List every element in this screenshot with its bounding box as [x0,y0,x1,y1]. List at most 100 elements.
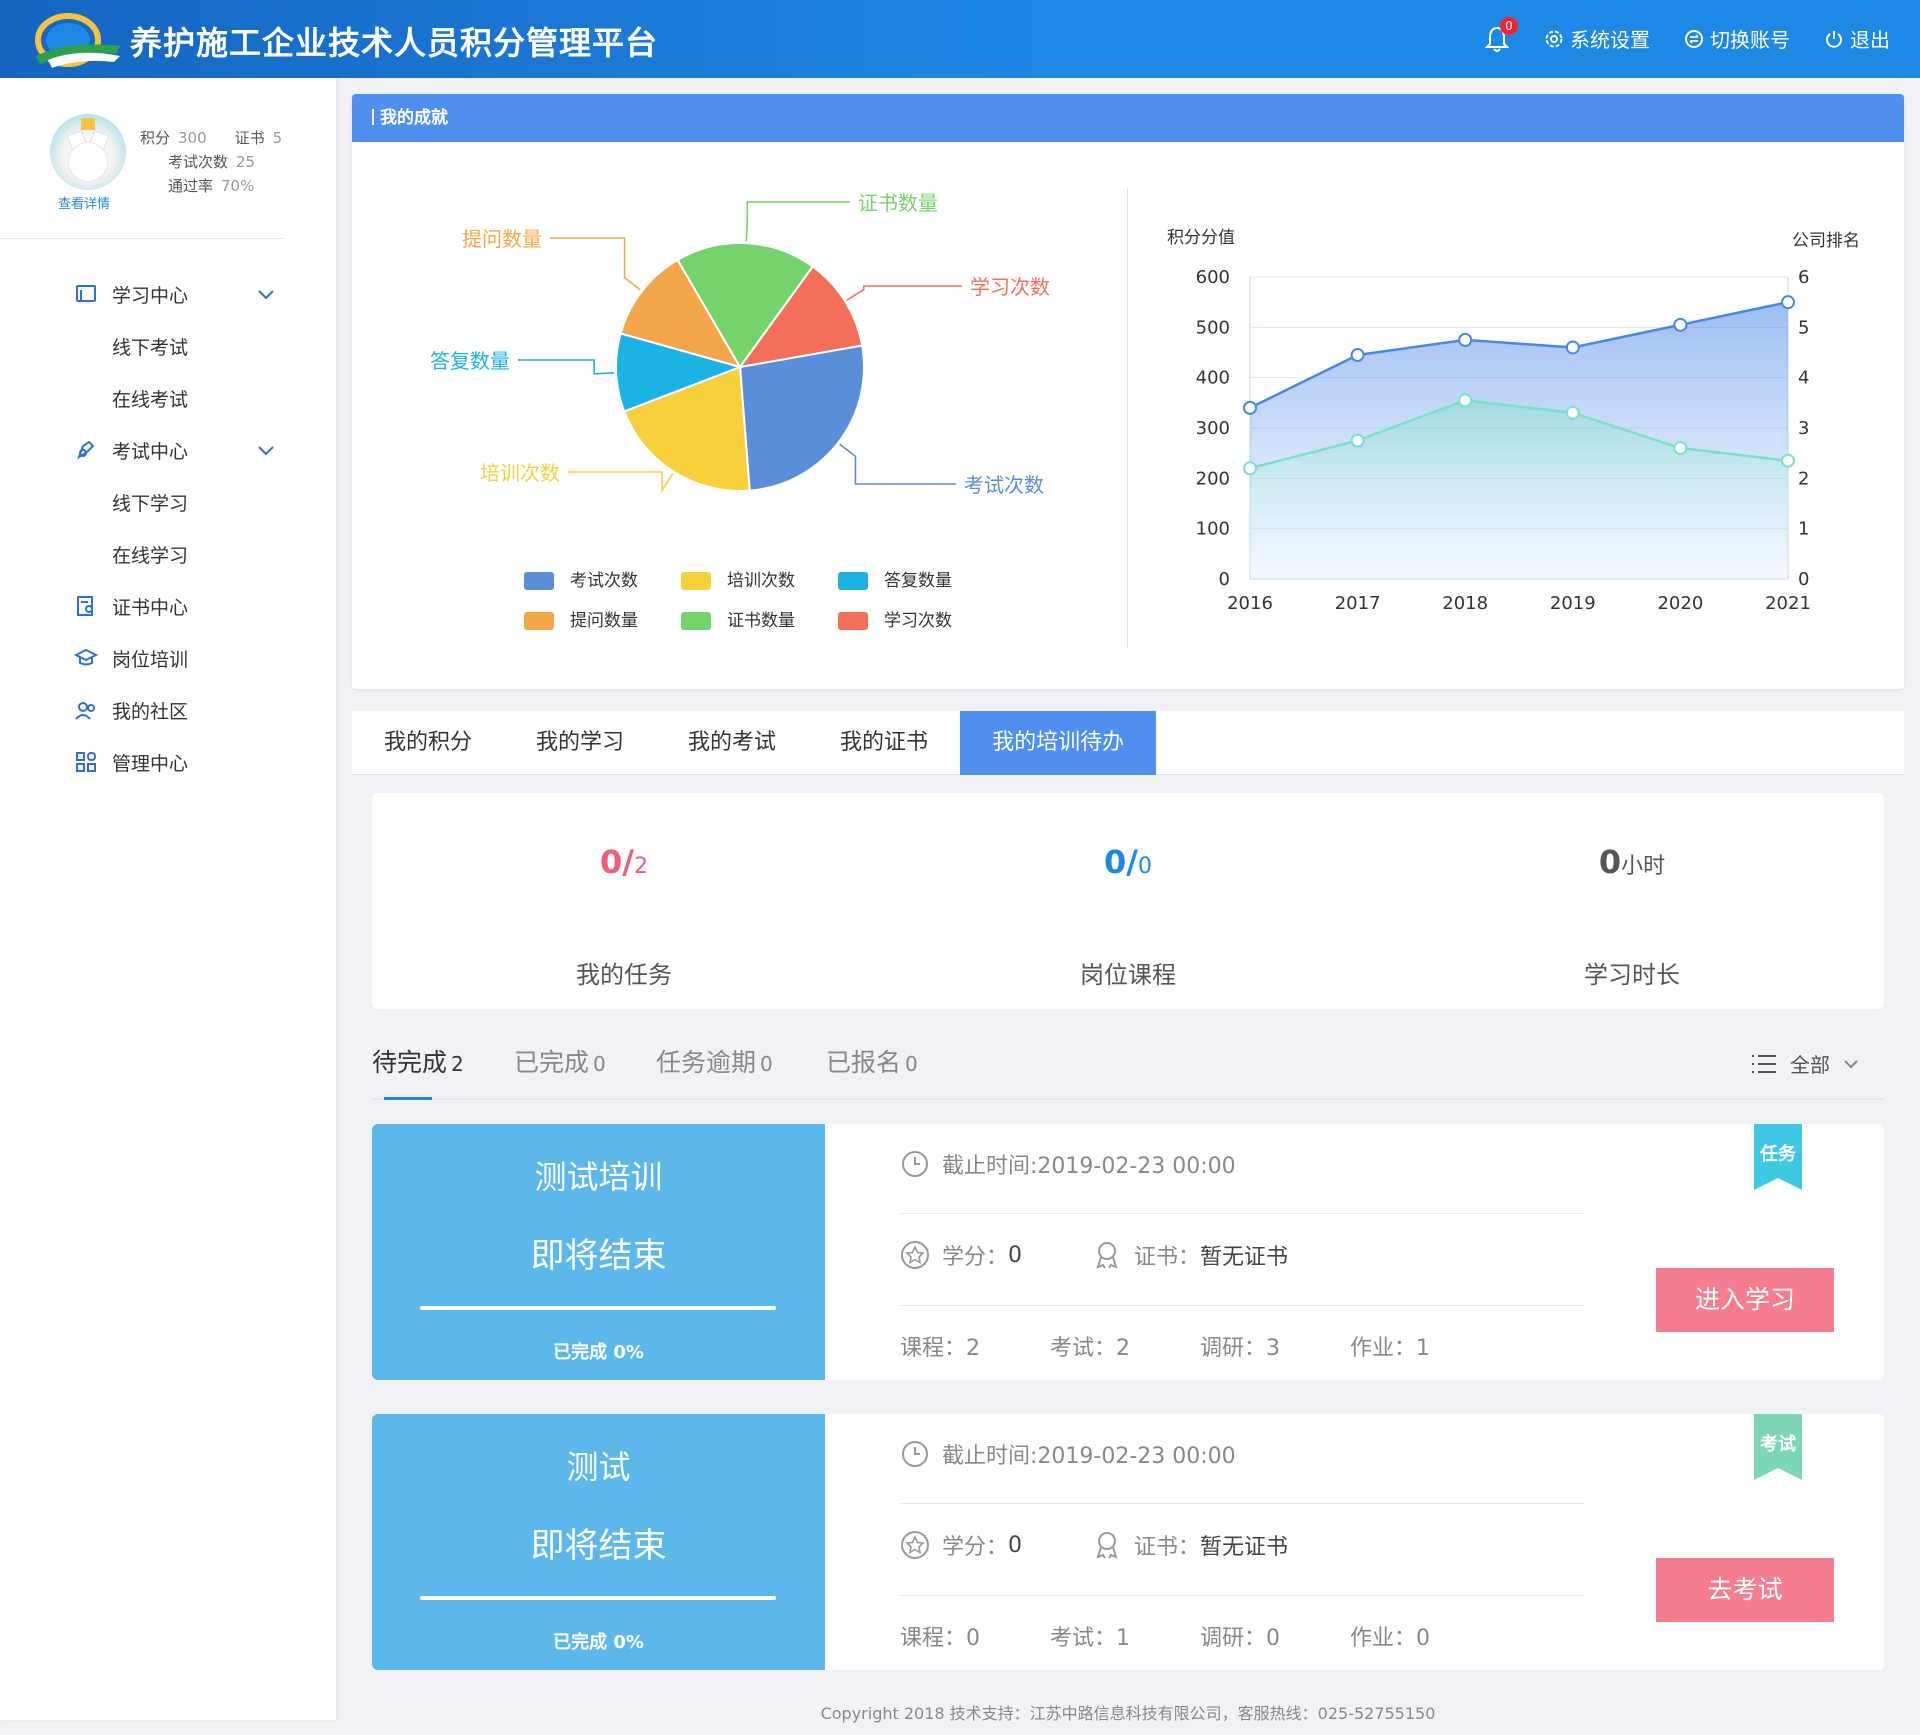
series-line [1249,399,1789,470]
settings-button[interactable]: 系统设置 [1544,24,1650,53]
x-tick-label: 2020 [1657,593,1703,614]
filter-overdue[interactable]: 任务逾期 0 [656,1043,773,1079]
data-point [1350,348,1365,363]
summary-panel: 0/2 我的任务 0/0 岗位课程 0小时 学习时长 [372,793,1884,1009]
switch-account-button[interactable]: 切换账号 [1684,24,1790,53]
pie-label: 证书数量 [858,191,938,215]
tab-my-training-todo[interactable]: 我的培训待办 [960,711,1157,775]
achievement-panel: 我的成就 考试次数 培训次数 答复数量 提问数量 证书数量 学习次数 考试次数 培训次数 答复数… [352,94,1904,689]
task-card-header[interactable]: 测试培训 即将结束 已完成 0% [372,1124,825,1380]
legend-label: 学习次数 [884,611,952,631]
menu-certificate-center[interactable]: 证书中心 [0,580,336,632]
pie-label: 考试次数 [964,473,1044,497]
chevron-down-icon[interactable] [256,284,276,304]
filter-all-dropdown[interactable]: 全部 [1750,1049,1860,1078]
task-card-header[interactable]: 测试 即将结束 已完成 0% [372,1414,825,1670]
summary-study-duration: 0小时 学习时长 [1380,793,1884,1009]
cert-label: 证书： [1134,1535,1201,1560]
credit-value: 0 [1008,1532,1023,1558]
y-tick-label: 600 [1196,267,1230,288]
menu-offline-study[interactable]: 线下学习 [0,476,336,528]
legend-swatch [681,612,711,630]
certs-label: 证书 [234,129,265,147]
legend-swatch [838,612,868,630]
y-tick-label: 300 [1196,418,1230,439]
avatar[interactable] [50,114,126,190]
tab-my-exams[interactable]: 我的考试 [656,711,808,775]
y-tick-label: 0 [1219,569,1230,590]
legend-label: 答复数量 [884,571,952,591]
y2-tick-label: 5 [1798,317,1809,338]
menu-management-center[interactable]: 管理中心 [0,736,336,788]
side-menu: 学习中心 线下考试 在线考试 考试中心 线下学习 在线学习 证书中心 岗位培训 … [0,268,336,788]
notification-button[interactable]: 0 [1484,16,1518,53]
task-status: 即将结束 [530,1236,667,1276]
menu-study-center[interactable]: 学习中心 [0,268,336,320]
clock-icon [902,1441,928,1467]
exams-label: 考试次数 [168,153,229,171]
duration-label: 学习时长 [1584,961,1680,989]
switch-icon [1685,29,1703,48]
data-point [1458,332,1473,347]
chevron-down-icon[interactable] [256,440,276,460]
tab-my-points[interactable]: 我的积分 [352,711,504,775]
series-area [1250,302,1788,579]
go-exam-button[interactable]: 去考试 [1656,1558,1834,1622]
x-tick-label: 2018 [1442,593,1488,614]
power-icon [1826,30,1842,48]
menu-my-community[interactable]: 我的社区 [0,684,336,736]
y-axis-label: 积分分值 [1167,228,1235,248]
certs-value: 5 [272,129,283,147]
pie-label: 培训次数 [480,461,560,485]
task-courses: 课程：2 [900,1336,980,1361]
enter-study-button[interactable]: 进入学习 [1656,1268,1834,1332]
pie-leader-line [839,443,956,485]
points-value: 300 [178,129,207,147]
progress-line [420,1596,776,1600]
pie-chart: 考试次数培训次数答复数量提问数量证书数量学习次数考试次数 培训次数 答复数量提问数量… [430,191,1050,631]
legend-label: 提问数量 [570,611,638,631]
task-filter-bar: 待完成 2 已完成 0 任务逾期 0 已报名 0 全部 [372,1035,1884,1100]
graduation-cap-icon [74,648,98,666]
series-area [1250,400,1788,579]
filter-pending[interactable]: 待完成 2 [372,1043,464,1079]
filter-completed[interactable]: 已完成 0 [514,1043,606,1079]
exams-value: 25 [236,153,256,171]
task-name: 测试 [566,1448,631,1486]
award-icon [1096,1242,1118,1269]
sidebar: 查看详情 积分 300 证书 5 考试次数 25 通过率 70% 学习中心 线下考试 在… [0,78,336,1720]
task-surveys: 调研：0 [1200,1626,1280,1651]
task-details: 截止时间:2019-02-23 00:00 学分： 0 证书： 暂无证书 课程：2 … [900,1124,1585,1380]
pie-label: 答复数量 [430,349,510,373]
task-homework: 作业：1 [1350,1336,1430,1361]
menu-job-training[interactable]: 岗位培训 [0,632,336,684]
logout-button[interactable]: 退出 [1824,24,1890,53]
legend-swatch [838,572,868,590]
menu-online-exam[interactable]: 在线考试 [0,372,336,424]
active-filter-underline [384,1097,432,1100]
pie-leader-line [550,237,641,291]
data-point [1565,340,1580,355]
menu-offline-exam[interactable]: 线下考试 [0,320,336,372]
menu-exam-center[interactable]: 考试中心 [0,424,336,476]
menu-online-study[interactable]: 在线学习 [0,528,336,580]
summary-my-tasks: 0/2 我的任务 [372,793,876,1009]
legend-label: 考试次数 [570,571,638,591]
courses-label: 岗位课程 [1080,961,1176,989]
view-detail-link[interactable]: 查看详情 [58,193,110,212]
y2-tick-label: 0 [1798,569,1809,590]
certificate-icon [77,596,93,616]
duration-unit: 小时 [1621,854,1666,879]
task-name: 测试培训 [534,1158,663,1196]
y-tick-label: 100 [1196,519,1230,540]
data-point [1781,295,1795,310]
task-courses: 课程：0 [900,1626,980,1651]
tab-my-certificates[interactable]: 我的证书 [808,711,960,775]
task-card: 测试 即将结束 已完成 0% 截止时间:2019-02-23 00:00 学分：… [372,1414,1884,1670]
progress-line [420,1306,776,1310]
tab-my-study[interactable]: 我的学习 [504,711,656,775]
task-card: 测试培训 即将结束 已完成 0% 截止时间:2019-02-23 00:00 学… [372,1124,1884,1380]
filter-registered[interactable]: 已报名 0 [826,1043,918,1079]
list-icon [1752,1054,1776,1073]
grid-icon [76,752,96,772]
